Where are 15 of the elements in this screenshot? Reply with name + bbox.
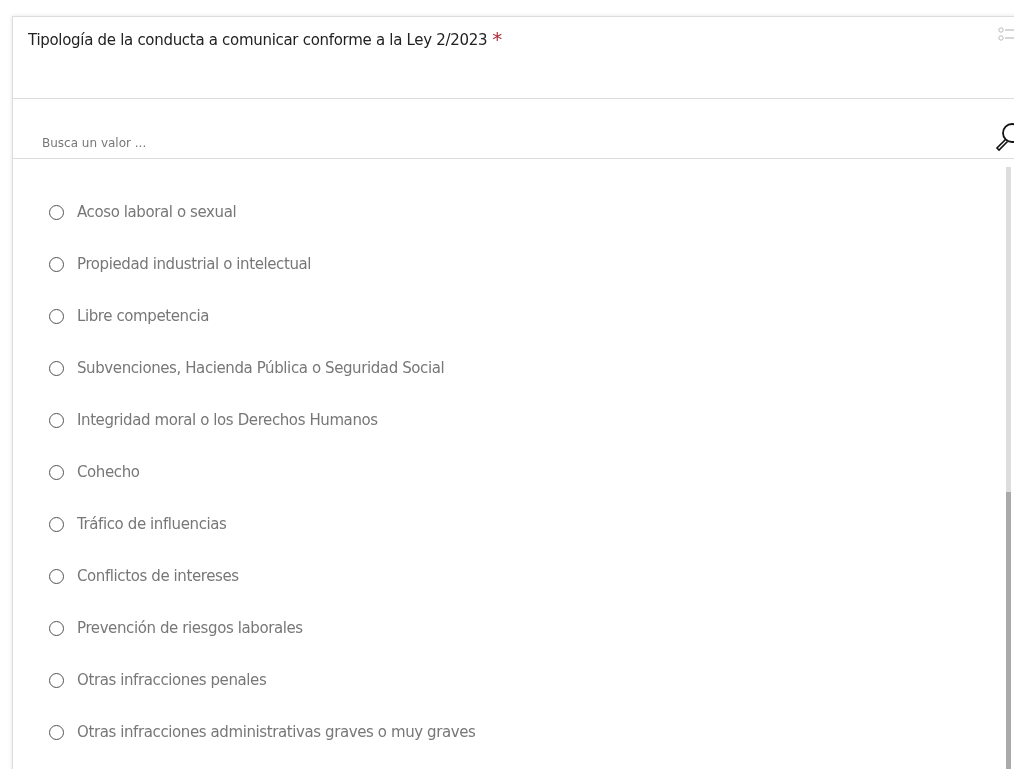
scrollbar-thumb[interactable] (1006, 492, 1011, 769)
option-label[interactable]: Otras infracciones administrativas graves o muy graves (77, 723, 476, 741)
option-label[interactable]: Conflictos de intereses (77, 567, 239, 585)
field-label: Tipología de la conducta a comunicar conforme a la Ley 2/2023 (28, 31, 488, 49)
option-label[interactable]: Propiedad industrial o intelectual (77, 255, 312, 273)
option-label[interactable]: Acoso laboral o sexual (77, 203, 237, 221)
option-label[interactable]: Prevención de riesgos laborales (77, 619, 303, 637)
required-mark: * (492, 29, 503, 49)
option-label[interactable]: Cohecho (77, 463, 140, 481)
option-label[interactable]: Otras infracciones penales (77, 671, 267, 689)
option-label[interactable]: Integridad moral o los Derechos Humanos (77, 411, 378, 429)
option-label[interactable]: Libre competencia (77, 307, 210, 325)
scrollbar[interactable] (1006, 167, 1011, 769)
option-label[interactable]: Subvenciones, Hacienda Pública o Seguridad Social (77, 359, 445, 377)
option-label[interactable]: Tráfico de influencias (77, 515, 227, 533)
